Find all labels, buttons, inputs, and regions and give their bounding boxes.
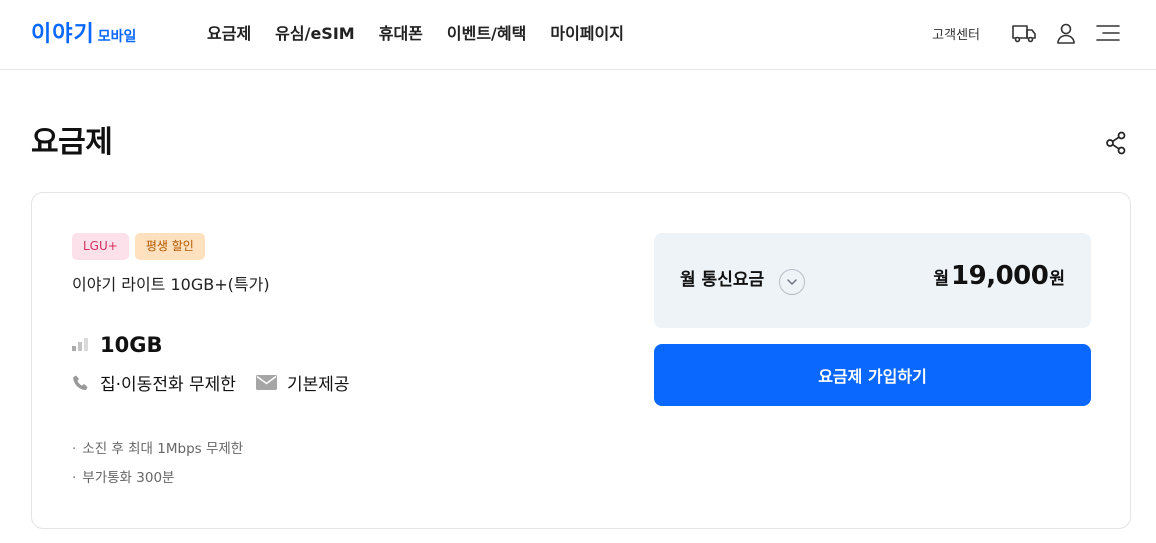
logo-subtext: 모바일	[97, 29, 137, 45]
main-nav: 요금제 유심/eSIM 휴대폰 이벤트/혜택 마이페이지	[207, 22, 648, 46]
delivery-truck-icon[interactable]	[1010, 19, 1038, 47]
site-header: 이야기 모바일 요금제 유심/eSIM 휴대폰 이벤트/혜택 마이페이지 고객센…	[0, 0, 1156, 70]
call-feature: 집·이동전화 무제한	[72, 370, 236, 395]
phone-icon	[72, 374, 90, 392]
logo-text: 이야기	[31, 22, 95, 47]
monthly-price-box: 월 통신요금 월 19,000 원	[654, 233, 1091, 328]
sms-feature-label: 기본제공	[286, 375, 350, 395]
plan-features: 집·이동전화 무제한 기본제공	[72, 370, 350, 395]
nav-item-mypage[interactable]: 마이페이지	[550, 22, 624, 46]
monthly-fee-label: 월 통신요금	[680, 270, 765, 290]
data-amount: 10GB	[100, 333, 163, 357]
plan-badges: LGU+ 평생 할인	[72, 233, 205, 260]
carrier-badge: LGU+	[72, 233, 129, 260]
nav-item-events[interactable]: 이벤트/혜택	[447, 22, 526, 46]
data-allowance: 10GB	[72, 331, 162, 359]
price-amount: 19,000	[951, 261, 1049, 291]
sms-feature: 기본제공	[255, 370, 350, 395]
signal-bars-icon	[72, 336, 90, 355]
customer-center-link[interactable]: 고객센터	[932, 24, 980, 43]
plan-name: 이야기 라이트 10GB+(특가)	[72, 275, 270, 294]
share-icon[interactable]	[1103, 130, 1129, 156]
call-feature-label: 집·이동전화 무제한	[100, 375, 236, 395]
note-item: 부가통화 300분	[72, 464, 243, 493]
nav-item-phones[interactable]: 휴대폰	[379, 22, 423, 46]
page-title: 요금제	[31, 125, 113, 160]
nav-item-usim-esim[interactable]: 유심/eSIM	[275, 22, 355, 46]
header-utilities: 고객센터	[932, 18, 1122, 48]
user-icon[interactable]	[1052, 19, 1080, 47]
join-plan-button[interactable]: 요금제 가입하기	[654, 344, 1091, 406]
chevron-down-icon[interactable]	[779, 269, 805, 295]
note-item: 소진 후 최대 1Mbps 무제한	[72, 435, 243, 464]
nav-item-plans[interactable]: 요금제	[207, 22, 251, 46]
plan-notes: 소진 후 최대 1Mbps 무제한 부가통화 300분	[72, 435, 243, 493]
price-suffix: 원	[1049, 269, 1065, 289]
price-prefix: 월	[933, 269, 950, 289]
hamburger-menu-icon[interactable]	[1094, 19, 1122, 47]
monthly-price: 월 19,000 원	[933, 261, 1065, 291]
discount-badge: 평생 할인	[134, 233, 205, 260]
site-logo[interactable]: 이야기 모바일	[31, 20, 136, 48]
envelope-icon	[255, 375, 277, 390]
plan-card: LGU+ 평생 할인 이야기 라이트 10GB+(특가) 10GB 집·이동전화…	[31, 192, 1131, 529]
